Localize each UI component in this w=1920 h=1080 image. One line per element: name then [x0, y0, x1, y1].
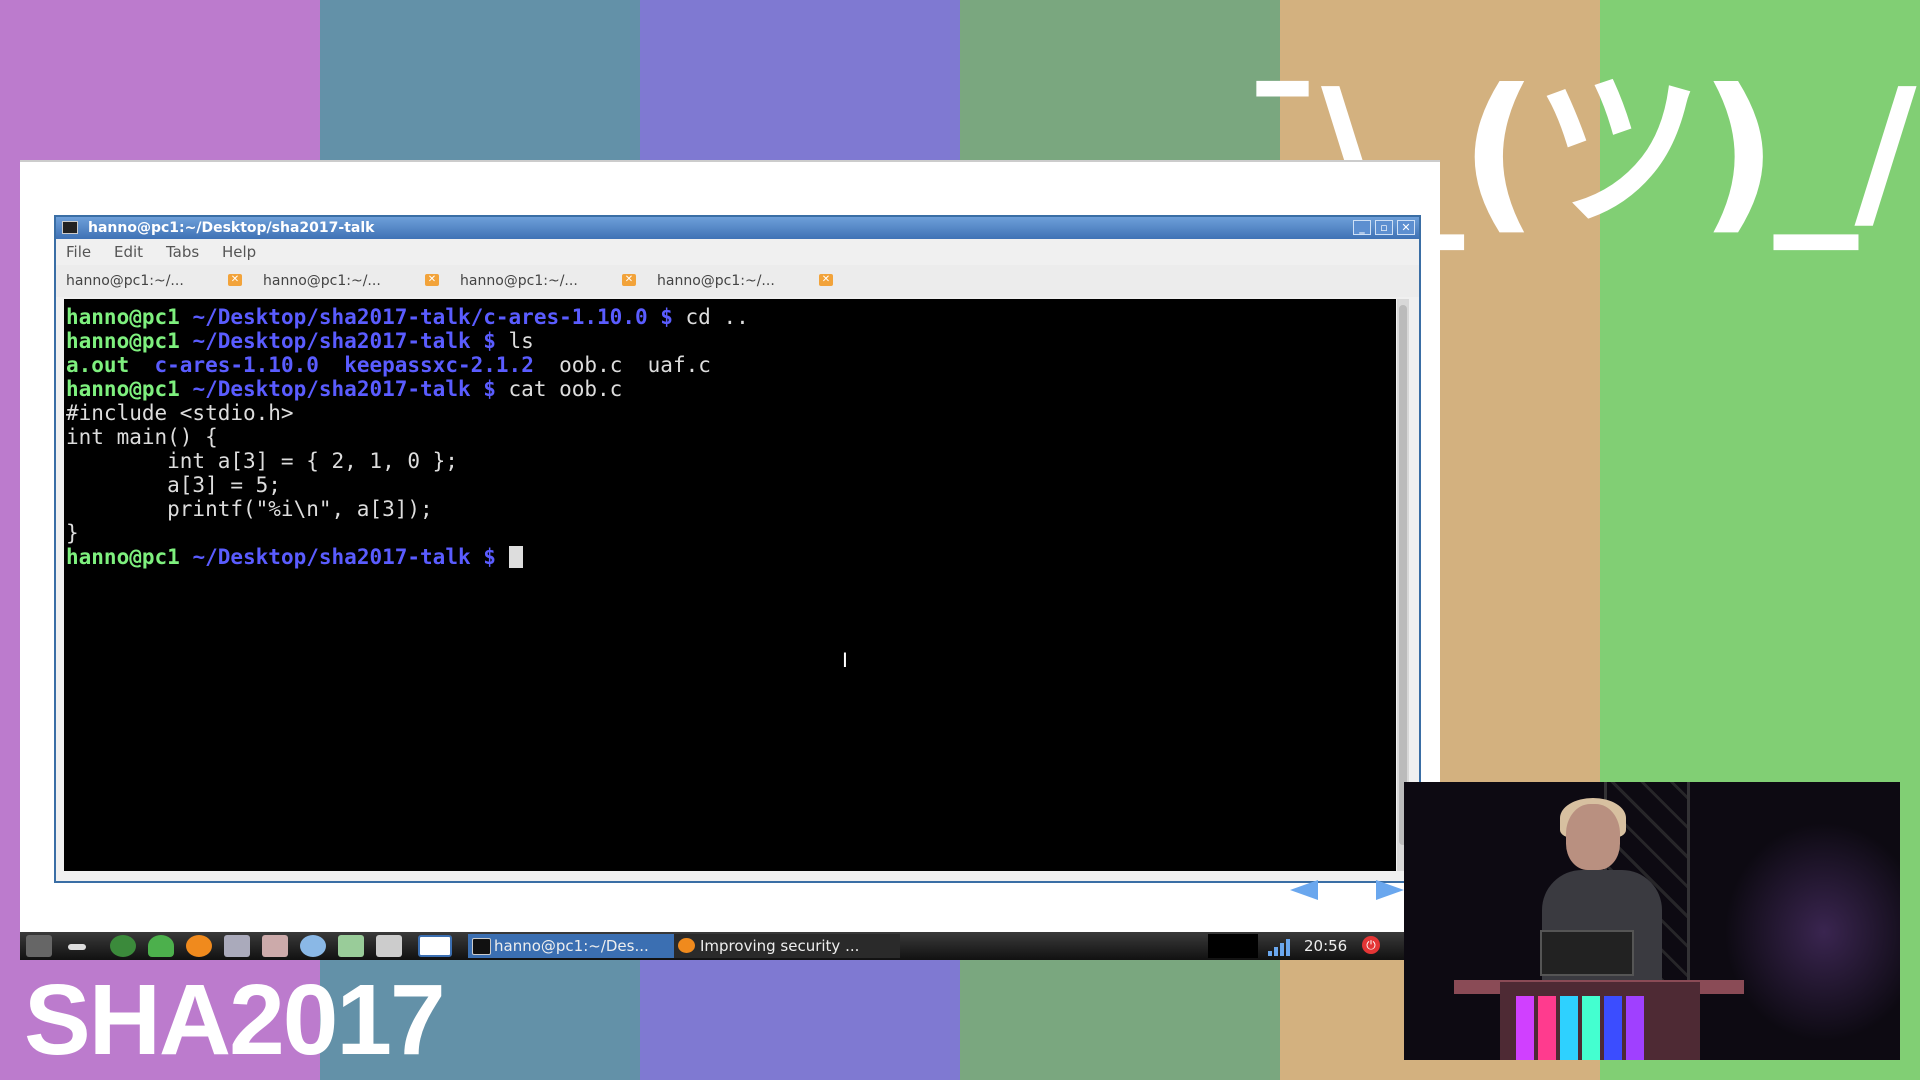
firefox-launcher-icon[interactable]	[186, 935, 212, 957]
command-text: ls	[495, 329, 534, 353]
tab-close-icon[interactable]: ✕	[425, 274, 439, 286]
user-icon[interactable]	[148, 935, 174, 957]
speaker-video-feed	[1404, 782, 1900, 1060]
show-desktop-icon[interactable]	[68, 944, 86, 950]
firefox-icon	[678, 938, 695, 953]
signal-strength-icon[interactable]	[1268, 938, 1294, 956]
tab-close-icon[interactable]: ✕	[228, 274, 242, 286]
minimize-icon[interactable]: _	[1353, 220, 1371, 235]
scrollbar-thumb[interactable]	[1399, 305, 1407, 845]
system-tray-area	[1208, 934, 1258, 958]
close-icon[interactable]: ✕	[1397, 220, 1415, 235]
tab-close-icon[interactable]: ✕	[622, 274, 636, 286]
image-viewer-icon[interactable]	[338, 935, 364, 957]
taskbar-task-browser[interactable]: Improving security ...	[674, 934, 900, 958]
prompt-path: ~/Desktop/sha2017-talk $	[192, 545, 496, 569]
tab-4[interactable]: hanno@pc1:~/... ✕	[657, 265, 847, 297]
task-label: hanno@pc1:~/Des...	[494, 937, 649, 955]
tab-3[interactable]: hanno@pc1:~/... ✕	[460, 265, 650, 297]
window-titlebar[interactable]: hanno@pc1:~/Desktop/sha2017-talk _ ▫ ✕	[56, 217, 1419, 239]
menu-tabs[interactable]: Tabs	[166, 239, 199, 265]
terminal-icon	[62, 221, 78, 234]
slide-next-arrow-icon[interactable]	[1376, 880, 1404, 900]
start-menu-icon[interactable]	[26, 935, 52, 957]
slide-prev-arrow-icon[interactable]	[1290, 880, 1318, 900]
prompt-path: ~/Desktop/sha2017-talk $	[192, 329, 496, 353]
menu-file[interactable]: File	[66, 239, 91, 265]
camera-icon[interactable]	[262, 935, 288, 957]
maximize-icon[interactable]: ▫	[1375, 220, 1393, 235]
ls-entry-executable: a.out	[66, 353, 130, 377]
prompt-path: ~/Desktop/sha2017-talk $	[192, 377, 496, 401]
code-line: int a[3] = { 2, 1, 0 };	[66, 449, 458, 473]
menu-edit[interactable]: Edit	[114, 239, 143, 265]
menu-help[interactable]: Help	[222, 239, 256, 265]
tab-close-icon[interactable]: ✕	[819, 274, 833, 286]
prompt-path: ~/Desktop/sha2017-talk/c-ares-1.10.0 $	[192, 305, 673, 329]
ibeam-cursor-icon: Ⅰ	[842, 648, 848, 672]
cloud-icon[interactable]	[300, 935, 326, 957]
windows-icon[interactable]	[376, 935, 402, 957]
ls-entry-directory: c-ares-1.10.0	[154, 353, 319, 377]
tab-label: hanno@pc1:~/...	[657, 273, 775, 289]
terminal-icon	[472, 938, 491, 955]
code-line: printf("%i\n", a[3]);	[66, 497, 433, 521]
tab-bar: hanno@pc1:~/... ✕ hanno@pc1:~/... ✕ hann…	[56, 265, 1419, 297]
command-text: cat oob.c	[495, 377, 623, 401]
screen-icon[interactable]	[418, 935, 452, 957]
tab-label: hanno@pc1:~/...	[263, 273, 381, 289]
task-label: Improving security ...	[700, 937, 860, 955]
command-text: cd ..	[672, 305, 749, 329]
network-icon[interactable]	[110, 935, 136, 957]
prompt-user: hanno@pc1	[66, 545, 180, 569]
tab-label: hanno@pc1:~/...	[460, 273, 578, 289]
prompt-user: hanno@pc1	[66, 377, 180, 401]
power-icon[interactable]: ⏻	[1362, 936, 1380, 954]
menu-bar: File Edit Tabs Help	[56, 239, 1419, 265]
prompt-user: hanno@pc1	[66, 305, 180, 329]
monitor-icon[interactable]	[224, 935, 250, 957]
code-line: int main() {	[66, 425, 218, 449]
prompt-user: hanno@pc1	[66, 329, 180, 353]
ls-entry-file: oob.c	[559, 353, 623, 377]
text-cursor	[508, 546, 523, 568]
event-logo: SHA2017	[24, 964, 446, 1076]
terminal-window[interactable]: hanno@pc1:~/Desktop/sha2017-talk _ ▫ ✕ F…	[54, 215, 1421, 883]
tab-label: hanno@pc1:~/...	[66, 273, 184, 289]
ls-entry-directory: keepassxc-2.1.2	[344, 353, 534, 377]
window-title: hanno@pc1:~/Desktop/sha2017-talk	[88, 220, 375, 236]
taskbar: hanno@pc1:~/Des... Improving security ..…	[20, 932, 1422, 960]
taskbar-task-terminal[interactable]: hanno@pc1:~/Des...	[468, 934, 690, 958]
clock[interactable]: 20:56	[1304, 932, 1347, 960]
tab-2[interactable]: hanno@pc1:~/... ✕	[263, 265, 453, 297]
code-line: #include <stdio.h>	[66, 401, 294, 425]
terminal-output[interactable]: hanno@pc1 ~/Desktop/sha2017-talk/c-ares-…	[64, 299, 1396, 871]
code-line: a[3] = 5;	[66, 473, 281, 497]
ls-entry-file: uaf.c	[647, 353, 711, 377]
tab-1[interactable]: hanno@pc1:~/... ✕	[66, 265, 256, 297]
code-line: }	[66, 521, 79, 545]
